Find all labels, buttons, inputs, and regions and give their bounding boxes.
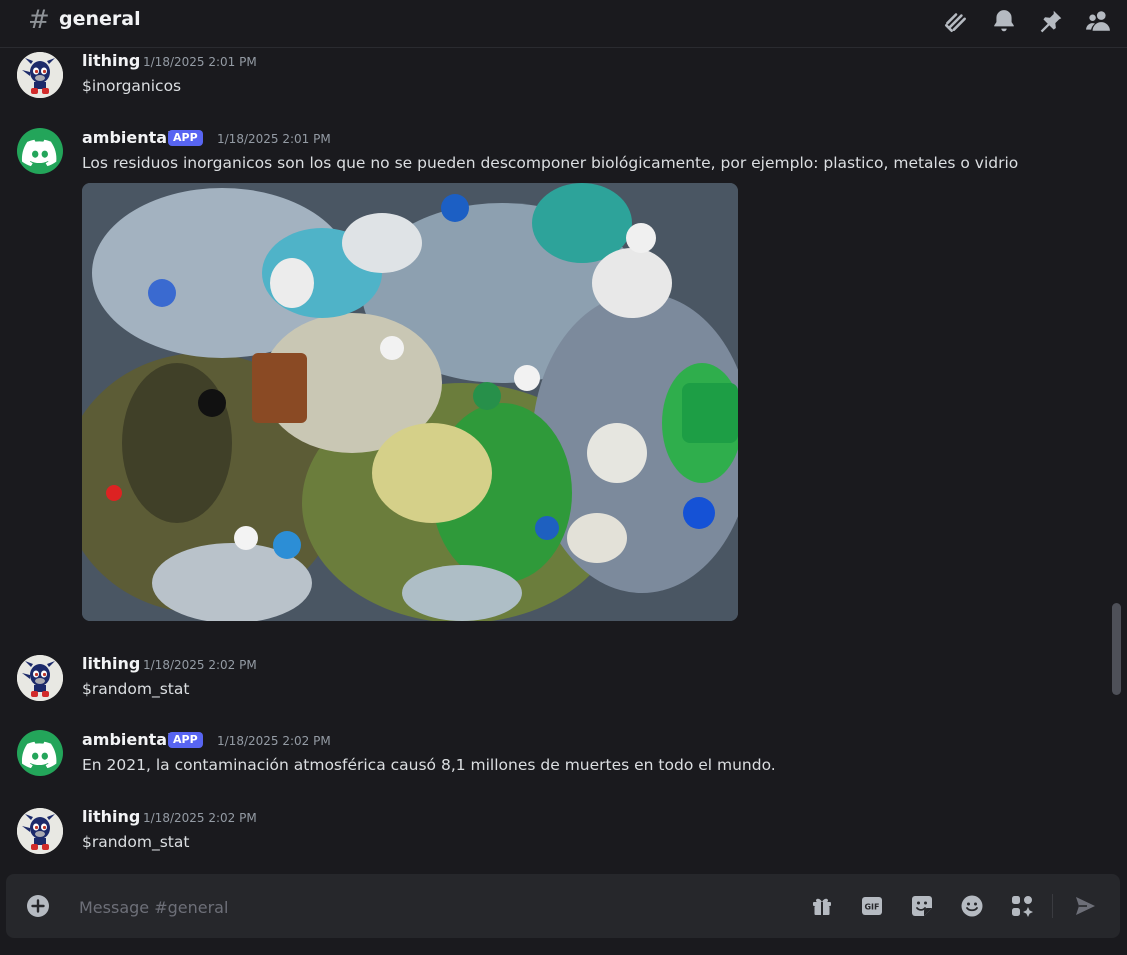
app-badge: APP [168, 130, 203, 146]
composer-divider [1052, 894, 1053, 918]
avatar[interactable] [17, 128, 63, 174]
image-attachment[interactable] [82, 183, 738, 621]
pin-icon[interactable] [1038, 8, 1064, 34]
discord-logo-icon [17, 128, 63, 174]
sonic-avatar-icon [17, 52, 63, 98]
timestamp: 1/18/2025 2:02 PM [143, 811, 257, 825]
gif-label: GIF [864, 903, 879, 912]
sonic-avatar-icon [17, 808, 63, 854]
timestamp: 1/18/2025 2:02 PM [143, 658, 257, 672]
scrollbar-thumb[interactable] [1112, 603, 1121, 695]
author-name[interactable]: ambiental [82, 128, 173, 147]
sticker-icon[interactable] [910, 894, 934, 918]
message-content: En 2021, la contaminación atmosférica ca… [82, 756, 776, 774]
author-name[interactable]: lithing [82, 654, 140, 673]
discord-logo-icon [17, 730, 63, 776]
timestamp: 1/18/2025 2:01 PM [143, 55, 257, 69]
gif-icon[interactable]: GIF [860, 894, 884, 918]
channel-name: general [59, 8, 141, 30]
message: lithing 1/18/2025 2:02 PM $random_stat [0, 804, 1100, 864]
bell-icon[interactable] [991, 8, 1017, 34]
apps-icon[interactable] [1010, 894, 1034, 918]
message: lithing 1/18/2025 2:02 PM $random_stat [0, 651, 1100, 711]
message-input[interactable] [77, 894, 761, 920]
message: lithing 1/18/2025 2:01 PM $inorganicos [0, 48, 1100, 108]
timestamp: 1/18/2025 2:02 PM [217, 734, 331, 748]
message-content: Los residuos inorganicos son los que no … [82, 154, 1019, 172]
app-badge: APP [168, 732, 203, 748]
threads-icon[interactable] [943, 8, 969, 34]
message-content: $random_stat [82, 680, 190, 698]
timestamp: 1/18/2025 2:01 PM [217, 132, 331, 146]
avatar[interactable] [17, 52, 63, 98]
message-content: $inorganicos [82, 77, 182, 95]
avatar[interactable] [17, 655, 63, 701]
message-composer: GIF [6, 874, 1120, 938]
avatar[interactable] [17, 808, 63, 854]
author-name[interactable]: lithing [82, 51, 140, 70]
author-name[interactable]: lithing [82, 807, 140, 826]
add-icon[interactable] [26, 894, 50, 918]
emoji-icon[interactable] [960, 894, 984, 918]
channel-header: # general [0, 0, 1127, 48]
avatar[interactable] [17, 730, 63, 776]
author-name[interactable]: ambiental [82, 730, 173, 749]
members-icon[interactable] [1085, 8, 1111, 34]
plastic-waste-photo [82, 183, 738, 621]
hash-icon: # [28, 5, 50, 35]
gift-icon[interactable] [810, 894, 834, 918]
message-content: $random_stat [82, 833, 190, 851]
sonic-avatar-icon [17, 655, 63, 701]
send-icon[interactable] [1073, 894, 1097, 918]
message: ambiental APP 1/18/2025 2:02 PM En 2021,… [0, 722, 1100, 782]
